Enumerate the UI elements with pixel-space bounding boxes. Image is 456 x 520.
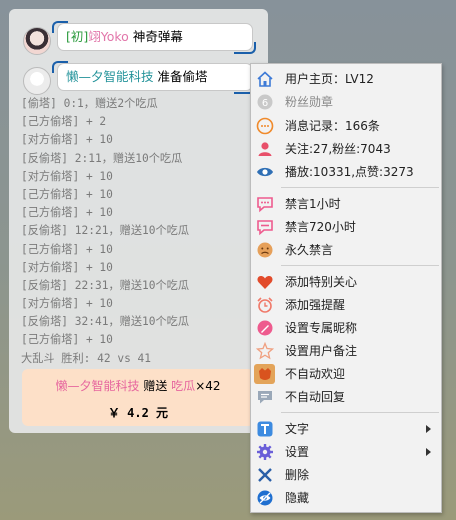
log-line: [对方偷塔] + 10 (21, 297, 113, 311)
menu-item-special-care[interactable]: 添加特别关心 (251, 271, 441, 293)
message-text: 神奇弹幕 (132, 29, 183, 44)
gift-summary: 懒—夕智能科技 赠送 吃瓜×42 (22, 377, 254, 394)
gift-card: 懒—夕智能科技 赠送 吃瓜×42 ￥ 4.2 元 (22, 369, 254, 426)
menu-item-label: 设置用户备注 (285, 344, 358, 358)
menu-item-label: 添加特别关心 (285, 275, 358, 289)
log-line: 大乱斗 胜利: 42 vs 41 (21, 351, 152, 365)
menu-separator (281, 265, 439, 266)
log-line: [己方偷塔] + 10 (21, 187, 113, 201)
menu-item-settings[interactable]: 设置 (251, 441, 441, 463)
avatar[interactable] (23, 67, 51, 95)
menu-item-no-auto-reply[interactable]: 不自动回复 (251, 386, 441, 408)
menu-item-strong-alert[interactable]: 添加强提醒 (251, 294, 441, 316)
chat-log-icon (256, 117, 274, 135)
user-tag: [初] (66, 29, 89, 44)
pk-log: [偷塔] 0:1，赠送2个吃瓜 [己方偷塔] + 2 [对方偷塔] + 10 [… (21, 95, 261, 368)
menu-item-permanent-ban[interactable]: 永久禁言 (251, 239, 441, 261)
close-icon (258, 468, 272, 482)
menu-item-label: 关注:27,粉丝:7043 (285, 142, 391, 156)
menu-item-set-nickname[interactable]: 设置专属昵称 (251, 317, 441, 339)
medal-icon: 6 (257, 94, 273, 110)
log-line: [对方偷塔] + 10 (21, 169, 113, 183)
log-line: [己方偷塔] + 10 (21, 206, 113, 220)
menu-separator (281, 412, 439, 413)
log-line: [己方偷塔] + 10 (21, 333, 113, 347)
menu-item-text[interactable]: 文字 (251, 418, 441, 440)
menu-item-user-home[interactable]: 用户主页：LV12 (251, 68, 441, 90)
log-line: [反偷塔] 22:31，赠送10个吃瓜 (21, 278, 190, 292)
log-line: [己方偷塔] + 10 (21, 242, 113, 256)
menu-item-follow-stats[interactable]: 关注:27,粉丝:7043 (251, 138, 441, 160)
menu-item-mute-720h[interactable]: 禁言720小时 (251, 216, 441, 238)
gift-action: 赠送 (143, 379, 168, 393)
menu-separator (281, 187, 439, 188)
gift-user[interactable]: 懒—夕智能科技 (55, 379, 139, 393)
text-icon (257, 421, 273, 437)
svg-text:6: 6 (262, 98, 268, 109)
eye-icon (257, 167, 273, 177)
avatar[interactable] (23, 27, 51, 55)
menu-item-play-stats[interactable]: 播放:10331,点赞:3273 (251, 161, 441, 183)
user-context-menu: 用户主页：LV12 6 粉丝勋章 消息记录：166条 关注:27,粉丝:7043… (250, 63, 442, 513)
menu-item-label: 设置专属昵称 (285, 321, 358, 335)
menu-item-label: 禁言720小时 (285, 220, 356, 234)
gear-icon (257, 444, 273, 460)
log-line: [对方偷塔] + 10 (21, 133, 113, 147)
menu-item-label: 文字 (285, 422, 310, 436)
menu-item-hide[interactable]: 隐藏 (251, 487, 441, 509)
message-bubble: 懒—夕智能科技 准备偷塔 (52, 61, 256, 94)
menu-item-mute-1h[interactable]: 禁言1小时 (251, 193, 441, 215)
menu-item-fan-medal[interactable]: 6 粉丝勋章 (251, 91, 441, 113)
menu-item-label: 设置 (285, 445, 310, 459)
menu-item-set-remark[interactable]: 设置用户备注 (251, 340, 441, 362)
menu-item-label: 用户主页：LV12 (285, 72, 374, 86)
log-line: [对方偷塔] + 10 (21, 260, 113, 274)
menu-item-label: 不自动回复 (285, 390, 346, 404)
menu-item-label: 添加强提醒 (285, 298, 346, 312)
user-icon (258, 142, 272, 156)
menu-item-delete[interactable]: 删除 (251, 464, 441, 486)
log-line: [反偷塔] 2:11，赠送10个吃瓜 (21, 151, 183, 165)
chat-message[interactable]: 懒—夕智能科技 准备偷塔 (23, 61, 256, 99)
log-line: [己方偷塔] + 2 (21, 115, 107, 129)
home-icon (257, 71, 273, 87)
log-line: [反偷塔] 32:41，赠送10个吃瓜 (21, 315, 190, 329)
gift-amount: ￥ 4.2 元 (107, 406, 169, 420)
message-bubble: [初]翊Yoko 神奇弹幕 (52, 21, 256, 54)
ban-face-icon (257, 242, 273, 258)
log-line: [反偷塔] 12:21，赠送10个吃瓜 (21, 224, 190, 238)
menu-item-label: 粉丝勋章 (285, 95, 334, 109)
menu-item-label: 播放:10331,点赞:3273 (285, 165, 414, 179)
menu-item-label: 删除 (285, 468, 310, 482)
alarm-icon (257, 297, 273, 313)
chat-message[interactable]: [初]翊Yoko 神奇弹幕 (23, 21, 256, 59)
reply-icon (258, 391, 272, 404)
submenu-arrow-icon (426, 425, 431, 433)
mute-icon (257, 197, 273, 213)
note-icon (256, 342, 274, 360)
heart-icon (257, 276, 273, 289)
menu-item-no-auto-welcome[interactable]: 不自动欢迎 (251, 363, 441, 385)
hide-icon (257, 490, 273, 506)
gift-count: ×42 (195, 379, 221, 393)
submenu-arrow-icon (426, 448, 431, 456)
username[interactable]: 翊Yoko (88, 29, 129, 44)
username[interactable]: 懒—夕智能科技 (66, 69, 154, 84)
tag-icon (257, 320, 273, 336)
menu-item-message-log[interactable]: 消息记录：166条 (251, 115, 441, 137)
menu-item-label: 消息记录：166条 (285, 119, 380, 133)
menu-item-label: 不自动欢迎 (285, 367, 346, 381)
mute-long-icon (257, 220, 273, 236)
gift-item: 吃瓜 (171, 379, 196, 393)
menu-item-label: 隐藏 (285, 491, 310, 505)
log-line: [偷塔] 0:1，赠送2个吃瓜 (21, 97, 158, 110)
welcome-icon (259, 368, 271, 380)
menu-item-label: 永久禁言 (285, 243, 334, 257)
live-chat-panel: [初]翊Yoko 神奇弹幕 懒—夕智能科技 准备偷塔 [偷塔] 0:1，赠送2个… (9, 9, 268, 433)
menu-item-label: 禁言1小时 (285, 197, 341, 211)
message-text: 准备偷塔 (157, 69, 208, 84)
